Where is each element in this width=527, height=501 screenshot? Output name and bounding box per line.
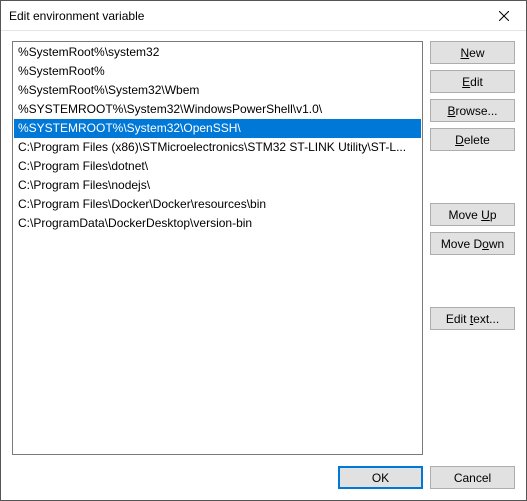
ok-button[interactable]: OK (338, 466, 423, 489)
spacer (430, 261, 515, 301)
list-item[interactable]: C:\Program Files (x86)\STMicroelectronic… (14, 138, 421, 157)
dialog-window: Edit environment variable %SystemRoot%\s… (0, 0, 527, 501)
move-up-button[interactable]: Move Up (430, 203, 515, 226)
list-item[interactable]: C:\ProgramData\DockerDesktop\version-bin (14, 214, 421, 233)
move-down-button[interactable]: Move Down (430, 232, 515, 255)
list-item[interactable]: C:\Program Files\nodejs\ (14, 176, 421, 195)
titlebar: Edit environment variable (1, 1, 526, 31)
path-list: %SystemRoot%\system32%SystemRoot%%System… (14, 43, 421, 453)
list-item[interactable]: C:\Program Files\dotnet\ (14, 157, 421, 176)
window-title: Edit environment variable (9, 9, 481, 23)
dialog-content: %SystemRoot%\system32%SystemRoot%%System… (1, 31, 526, 500)
list-item[interactable]: %SystemRoot% (14, 62, 421, 81)
edit-text-button[interactable]: Edit text... (430, 307, 515, 330)
spacer (430, 157, 515, 197)
edit-button[interactable]: Edit (430, 70, 515, 93)
list-item[interactable]: %SystemRoot%\system32 (14, 43, 421, 62)
cancel-button[interactable]: Cancel (430, 466, 515, 489)
list-item[interactable]: %SystemRoot%\System32\Wbem (14, 81, 421, 100)
path-listbox[interactable]: %SystemRoot%\system32%SystemRoot%%System… (12, 41, 423, 455)
list-item[interactable]: %SYSTEMROOT%\System32\WindowsPowerShell\… (14, 100, 421, 119)
dialog-footer: OK Cancel (12, 455, 515, 489)
close-icon (499, 11, 509, 21)
main-row: %SystemRoot%\system32%SystemRoot%%System… (12, 41, 515, 455)
browse-button[interactable]: Browse... (430, 99, 515, 122)
new-button[interactable]: New (430, 41, 515, 64)
close-button[interactable] (481, 1, 526, 30)
delete-button[interactable]: Delete (430, 128, 515, 151)
list-item[interactable]: %SYSTEMROOT%\System32\OpenSSH\ (14, 119, 421, 138)
list-item[interactable]: C:\Program Files\Docker\Docker\resources… (14, 195, 421, 214)
sidebar-buttons: New Edit Browse... Delete Move Up Move D… (430, 41, 515, 455)
